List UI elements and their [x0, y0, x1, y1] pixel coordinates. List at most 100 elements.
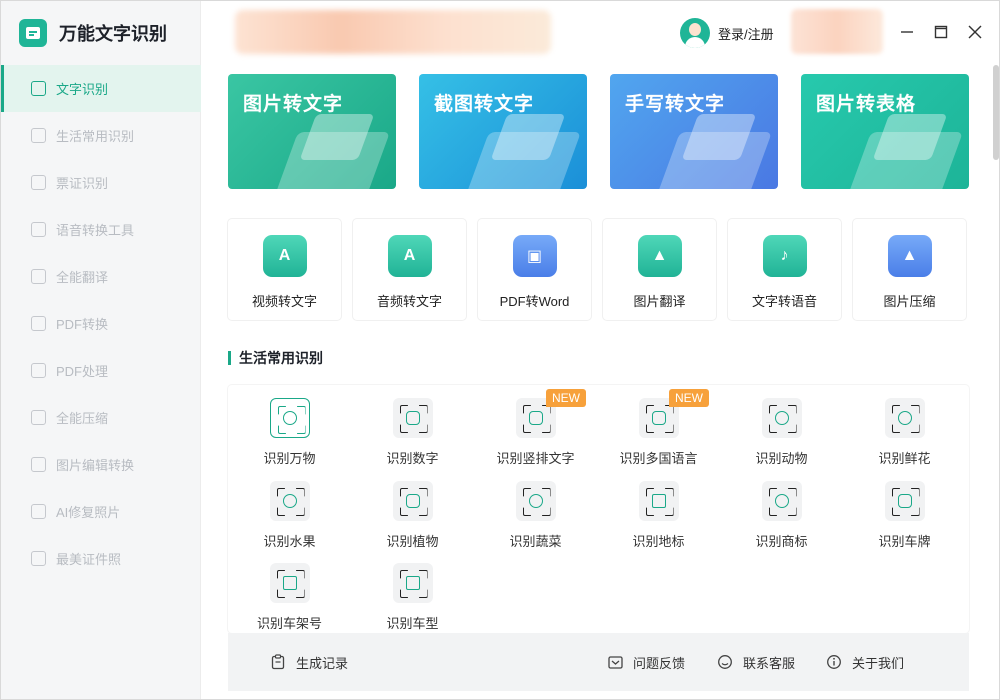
life-item-trademark[interactable]: 识别商标 — [720, 481, 843, 550]
sidebar-item-image-edit[interactable]: 图片编辑转换 — [1, 441, 201, 488]
about-label: 关于我们 — [852, 655, 905, 671]
sidebar-item-translate[interactable]: 全能翻译 — [1, 253, 201, 300]
sidebar-item-pdf-convert[interactable]: PDF转换 — [1, 300, 201, 347]
sidebar-item-life-recognition[interactable]: 生活常用识别 — [1, 112, 201, 159]
sidebar-item-id-photo[interactable]: 最美证件照 — [1, 535, 201, 582]
life-item-fruit[interactable]: 识别水果 — [228, 481, 351, 550]
sidebar-item-ai-photo-repair[interactable]: AI修复照片 — [1, 488, 201, 535]
tool-image-translate[interactable]: ▲ 图片翻译 — [603, 219, 716, 320]
minimize-button[interactable] — [898, 23, 916, 41]
life-item-vegetable[interactable]: 识别蔬菜 — [474, 481, 597, 550]
sidebar-item-ticket-recognition[interactable]: 票证识别 — [1, 159, 201, 206]
banner-screenshot-to-text[interactable]: 截图转文字 — [419, 74, 587, 189]
life-item-label: 识别植物 — [386, 534, 439, 549]
feedback-button[interactable]: 问题反馈 — [607, 653, 685, 672]
maximize-button[interactable] — [932, 23, 950, 41]
trademark-icon — [761, 481, 802, 521]
sidebar-nav: 文字识别 生活常用识别 票证识别 语音转换工具 全能翻译 PDF转换 PDF处理… — [1, 65, 201, 582]
feedback-label: 问题反馈 — [633, 655, 686, 671]
blurred-promo[interactable] — [791, 9, 883, 54]
life-item-label: 识别万物 — [263, 451, 316, 466]
close-button[interactable] — [966, 23, 984, 41]
sidebar-item-pdf-process[interactable]: PDF处理 — [1, 347, 201, 394]
tool-label: 音频转文字 — [376, 294, 442, 309]
life-item-vin[interactable]: 识别车架号 — [228, 563, 351, 632]
banner-row: 图片转文字 截图转文字 手写转文字 图片转表格 — [228, 74, 969, 189]
section-accent-bar — [228, 351, 231, 365]
landmark-icon — [638, 481, 679, 521]
login-button[interactable]: 登录/注册 — [680, 18, 774, 48]
banner-image-to-table[interactable]: 图片转表格 — [801, 74, 969, 189]
ai-repair-icon — [31, 504, 46, 519]
sidebar-item-label: 全能翻译 — [56, 270, 109, 285]
clipboard-icon — [270, 654, 286, 670]
scrollbar-thumb[interactable] — [993, 65, 999, 160]
minimize-icon — [901, 31, 913, 33]
tool-label: 图片翻译 — [633, 294, 686, 309]
tool-image-compress[interactable]: ▲ 图片压缩 — [853, 219, 966, 320]
banner-image-to-text[interactable]: 图片转文字 — [228, 74, 396, 189]
vegetable-icon — [515, 481, 556, 521]
life-item-number[interactable]: 识别数字 — [351, 398, 474, 467]
section-header: 生活常用识别 — [228, 348, 323, 368]
life-item-plant[interactable]: 识别植物 — [351, 481, 474, 550]
sidebar-item-label: 语音转换工具 — [56, 223, 135, 238]
image-compress-icon: ▲ — [887, 235, 932, 277]
life-item-animal[interactable]: 识别动物 — [720, 398, 843, 467]
sidebar-item-label: AI修复照片 — [56, 505, 121, 520]
life-item-label: 识别竖排文字 — [496, 451, 575, 466]
avatar — [680, 18, 710, 48]
animal-icon — [761, 398, 802, 438]
glyph — [651, 411, 666, 425]
close-icon — [968, 25, 982, 39]
records-button[interactable]: 生成记录 — [270, 653, 348, 672]
text-to-speech-icon: ♪ — [762, 235, 807, 277]
sidebar-item-compress[interactable]: 全能压缩 — [1, 394, 201, 441]
life-item-label: 识别车架号 — [256, 616, 322, 631]
maximize-icon — [934, 25, 948, 39]
feedback-icon — [607, 654, 623, 670]
customer-service-button[interactable]: 联系客服 — [717, 653, 795, 672]
life-item-everything[interactable]: 识别万物 — [228, 398, 351, 467]
glyph — [897, 411, 912, 425]
life-item-flower[interactable]: 识别鲜花 — [843, 398, 966, 467]
life-item-landmark[interactable]: 识别地标 — [597, 481, 720, 550]
pdf-word-icon: ▣ — [512, 235, 557, 277]
sidebar-item-label: 生活常用识别 — [56, 129, 135, 144]
life-item-car-model[interactable]: 识别车型 — [351, 563, 474, 632]
video-text-icon: A — [262, 235, 307, 277]
flower-icon — [884, 398, 925, 438]
life-item-vertical-text[interactable]: NEW 识别竖排文字 — [474, 389, 597, 467]
tool-audio-to-text[interactable]: A 音频转文字 — [353, 219, 466, 320]
tool-pdf-to-word[interactable]: ▣ PDF转Word — [478, 219, 591, 320]
tool-video-to-text[interactable]: A 视频转文字 — [228, 219, 341, 320]
sidebar-item-voice-tools[interactable]: 语音转换工具 — [1, 206, 201, 253]
banner-title: 图片转文字 — [243, 94, 344, 115]
about-button[interactable]: 关于我们 — [826, 653, 904, 672]
life-recognition-grid: 识别万物 识别数字 NEW 识别竖排文字 NEW 识别多国语言 识别动物 识别鲜… — [228, 385, 969, 633]
license-plate-icon — [884, 481, 925, 521]
life-item-multi-language[interactable]: NEW 识别多国语言 — [597, 389, 720, 467]
glyph — [282, 576, 297, 590]
tool-label: 文字转语音 — [751, 294, 817, 309]
text-recognition-icon — [31, 81, 46, 96]
tool-row: A 视频转文字 A 音频转文字 ▣ PDF转Word ▲ 图片翻译 ♪ 文字转语… — [228, 219, 966, 320]
chat-icon — [717, 654, 733, 670]
life-item-license-plate[interactable]: 识别车牌 — [843, 481, 966, 550]
sidebar-item-label: 最美证件照 — [56, 552, 122, 567]
banner-title: 图片转表格 — [816, 94, 917, 115]
banner-title: 手写转文字 — [625, 94, 726, 115]
blurred-banner-ad[interactable] — [235, 10, 551, 54]
eye-scan-icon — [269, 398, 310, 438]
banner-handwriting-to-text[interactable]: 手写转文字 — [610, 74, 778, 189]
life-item-label: 识别鲜花 — [878, 451, 931, 466]
section-title: 生活常用识别 — [239, 350, 323, 366]
voice-icon — [31, 222, 46, 237]
sidebar-item-label: 文字识别 — [56, 82, 109, 97]
sidebar-item-label: PDF转换 — [56, 317, 109, 332]
top-bar: 登录/注册 — [201, 1, 999, 65]
life-item-label: 识别多国语言 — [619, 451, 698, 466]
sidebar-item-text-recognition[interactable]: 文字识别 — [1, 65, 201, 112]
tool-text-to-speech[interactable]: ♪ 文字转语音 — [728, 219, 841, 320]
vin-icon — [269, 563, 310, 603]
